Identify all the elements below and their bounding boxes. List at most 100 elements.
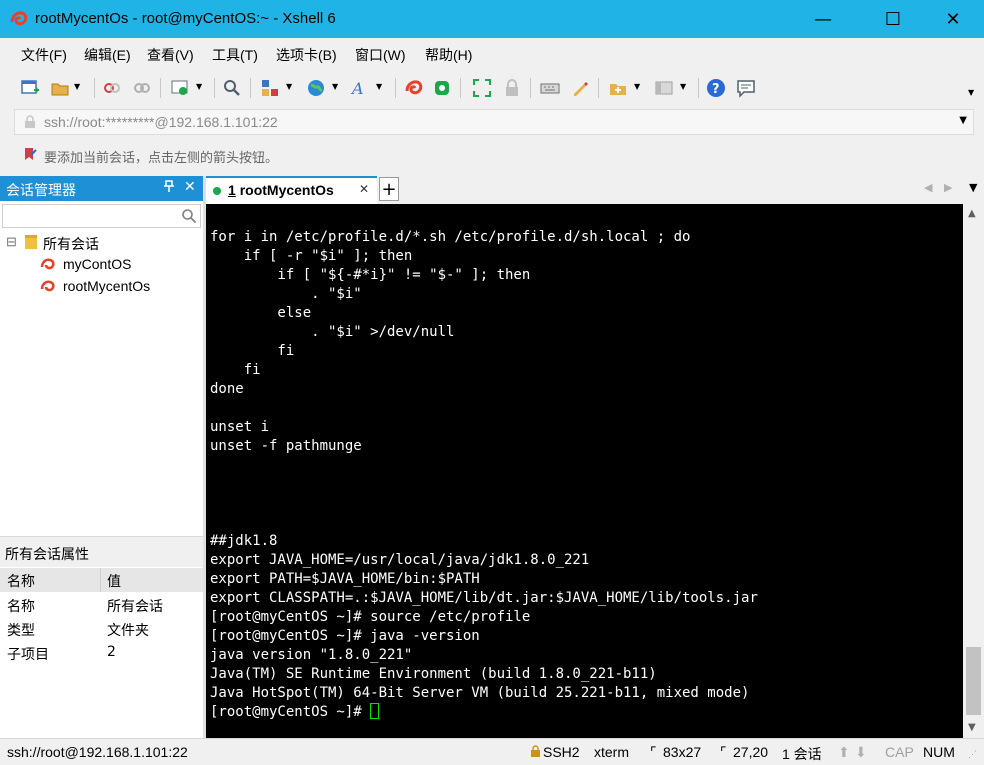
toolbar-separator <box>598 78 599 98</box>
close-button[interactable]: ✕ <box>930 4 976 34</box>
address-input[interactable]: ssh://root:*********@192.168.1.101:22 ▼ <box>14 109 974 135</box>
terminal-output[interactable]: for i in /etc/profile.d/*.sh /etc/profil… <box>206 204 963 738</box>
collapse-toggle-icon[interactable]: ⊟ <box>6 234 17 250</box>
window-title: rootMycentOs - root@myCentOS:~ - Xshell … <box>35 10 336 27</box>
open-folder-icon[interactable] <box>50 78 70 98</box>
column-divider[interactable] <box>100 568 101 592</box>
column-name[interactable]: 名称 <box>7 571 35 591</box>
reconnect-icon[interactable] <box>132 78 152 98</box>
keyboard-icon[interactable] <box>540 78 560 98</box>
terminal-line: [root@myCentOS ~]# source /etc/profile <box>210 609 531 625</box>
tree-item-label: myContOS <box>63 256 132 272</box>
terminal-scrollbar[interactable]: ▲ ▼ <box>963 204 984 738</box>
menu-view[interactable]: 查看(V) <box>147 45 194 65</box>
folder-icon <box>24 234 38 253</box>
tree-item-label: 所有会话 <box>43 236 99 252</box>
terminal-line: export PATH=$JAVA_HOME/bin:$PATH <box>210 571 480 587</box>
status-term: xterm <box>594 744 629 760</box>
prev-session-icon[interactable]: ⬆ <box>838 744 850 761</box>
chevron-down-icon[interactable]: ▼ <box>286 82 306 102</box>
menu-tools[interactable]: 工具(T) <box>212 45 258 65</box>
status-cursor-position: 27,20 <box>733 744 769 760</box>
fullscreen-icon[interactable] <box>472 78 492 98</box>
menu-window[interactable]: 窗口(W) <box>355 45 406 65</box>
chat-icon[interactable] <box>736 78 756 98</box>
toolbar-overflow-icon[interactable]: ▼ <box>968 88 984 108</box>
properties-row: 子项目 2 <box>0 640 203 664</box>
ssh-lock-icon <box>530 745 541 761</box>
tab-title: rootMycentOs <box>239 182 334 198</box>
globe-icon[interactable] <box>306 78 326 98</box>
tab-rootmycentos[interactable]: 1 rootMycentOs ✕ <box>206 176 377 204</box>
menu-help[interactable]: 帮助(H) <box>425 45 472 65</box>
layout-icon[interactable] <box>260 78 280 98</box>
panel-icon[interactable] <box>654 78 674 98</box>
hint-text: 要添加当前会话，点击左侧的箭头按钮。 <box>44 151 279 166</box>
xftp-icon[interactable] <box>432 78 452 98</box>
bookmark-arrow-icon[interactable] <box>22 146 38 166</box>
properties-icon[interactable] <box>170 78 190 98</box>
menu-bar: 文件(F) 编辑(E) 查看(V) 工具(T) 选项卡(B) 窗口(W) 帮助(… <box>0 38 984 70</box>
tab-scroll-left-icon[interactable]: ◀ <box>924 181 932 194</box>
status-sessions: 1 会话 <box>782 746 822 762</box>
toolbar-separator <box>160 78 161 98</box>
tab-list-icon[interactable]: ▼ <box>969 181 977 194</box>
lock-icon[interactable] <box>502 78 522 98</box>
maximize-button[interactable]: ☐ <box>870 4 916 34</box>
properties-column-header: 名称 值 <box>0 568 203 592</box>
find-icon[interactable] <box>222 78 242 98</box>
status-bar: ssh://root@192.168.1.101:22 SSH2 xterm ⌜… <box>0 738 984 765</box>
session-search-input[interactable] <box>2 204 201 228</box>
toolbar-separator <box>530 78 531 98</box>
resize-grip-icon[interactable]: ⋰ <box>968 749 977 760</box>
menu-tabs[interactable]: 选项卡(B) <box>276 45 337 65</box>
highlight-icon[interactable] <box>570 78 590 98</box>
chevron-down-icon[interactable]: ▼ <box>634 82 654 102</box>
terminal-line: [root@myCentOS ~]# java -version <box>210 628 480 644</box>
scroll-up-icon[interactable]: ▲ <box>968 208 976 219</box>
chevron-down-icon[interactable]: ▼ <box>376 82 396 102</box>
close-icon[interactable]: ✕ <box>184 179 196 195</box>
xshell-icon[interactable] <box>404 78 424 98</box>
terminal-line: Java(TM) SE Runtime Environment (build 1… <box>210 666 657 682</box>
tab-scroll-right-icon[interactable]: ▶ <box>944 181 952 194</box>
svg-text:A: A <box>350 79 364 98</box>
status-caps-lock: CAP <box>885 744 914 760</box>
tab-bar: 1 rootMycentOs ✕ + ◀ ▶ ▼ <box>206 176 984 204</box>
add-folder-icon[interactable] <box>608 78 628 98</box>
terminal-line: . "$i" <box>210 286 362 302</box>
new-tab-button[interactable]: + <box>379 177 399 201</box>
property-name: 名称 <box>7 599 35 615</box>
status-size: 83x27 <box>663 744 702 760</box>
xshell-logo-icon <box>10 10 28 28</box>
new-session-icon[interactable] <box>20 78 40 98</box>
search-icon[interactable] <box>181 208 197 228</box>
minimize-button[interactable]: — <box>800 4 846 34</box>
tab-close-icon[interactable]: ✕ <box>359 182 369 196</box>
menu-edit[interactable]: 编辑(E) <box>84 45 131 65</box>
column-value[interactable]: 值 <box>107 571 121 591</box>
terminal-line: for i in /etc/profile.d/*.sh /etc/profil… <box>210 229 691 245</box>
pin-icon[interactable] <box>164 180 174 195</box>
terminal-line: fi <box>210 343 295 359</box>
disconnect-icon[interactable] <box>102 78 122 98</box>
cursor-pos-icon: ⌜ <box>720 744 727 760</box>
property-value: 2 <box>107 644 116 660</box>
menu-file[interactable]: 文件(F) <box>21 45 67 65</box>
help-icon[interactable]: ? <box>706 78 726 98</box>
chevron-down-icon[interactable]: ▼ <box>332 82 352 102</box>
chevron-down-icon[interactable]: ▼ <box>959 115 967 126</box>
chevron-down-icon[interactable]: ▼ <box>680 82 700 102</box>
next-session-icon[interactable]: ⬇ <box>855 744 867 761</box>
address-value: ssh://root:*********@192.168.1.101:22 <box>44 114 278 130</box>
font-icon[interactable]: A <box>350 78 370 98</box>
terminal-line: done <box>210 381 244 397</box>
chevron-down-icon[interactable]: ▼ <box>196 82 216 102</box>
size-icon: ⌜ <box>650 744 657 760</box>
scrollbar-thumb[interactable] <box>966 647 981 715</box>
chevron-down-icon[interactable]: ▼ <box>74 82 94 102</box>
terminal-prompt-line: [root@myCentOS ~]# <box>210 703 380 722</box>
scroll-down-icon[interactable]: ▼ <box>968 722 976 733</box>
tree-item-label: rootMycentOs <box>63 278 151 294</box>
toolbar-separator <box>94 78 95 98</box>
